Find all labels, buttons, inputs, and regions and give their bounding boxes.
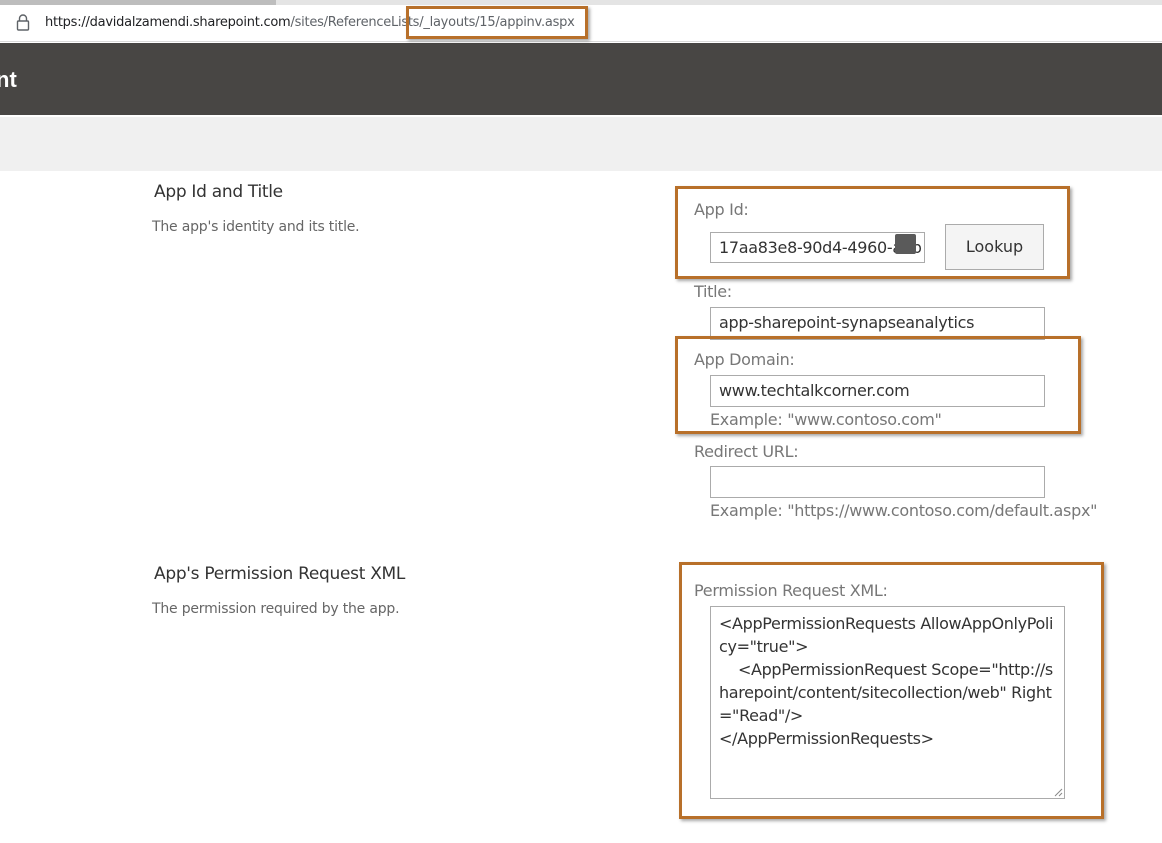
- annotation-highlight-url: [406, 6, 588, 39]
- command-bar: [0, 117, 1162, 171]
- suite-header: nt: [0, 43, 1162, 115]
- title-label: Title:: [694, 282, 732, 301]
- redirect-url-example: Example: "https://www.contoso.com/defaul…: [710, 501, 1098, 520]
- section-description-app-id: The app's identity and its title.: [152, 219, 360, 235]
- section-heading-app-id: App Id and Title: [154, 182, 283, 202]
- annotation-highlight-app-domain: [675, 336, 1081, 434]
- url-host: https://davidalzamendi.sharepoint.com: [45, 15, 291, 30]
- section-heading-permissions: App's Permission Request XML: [154, 564, 406, 584]
- annotation-highlight-permission-xml: [679, 562, 1104, 819]
- lock-icon: [16, 14, 30, 31]
- annotation-highlight-app-id: [675, 186, 1070, 279]
- redirect-url-input[interactable]: [710, 466, 1045, 498]
- page-title: nt: [0, 67, 17, 92]
- redirect-url-label: Redirect URL:: [694, 442, 799, 461]
- section-description-permissions: The permission required by the app.: [152, 601, 400, 617]
